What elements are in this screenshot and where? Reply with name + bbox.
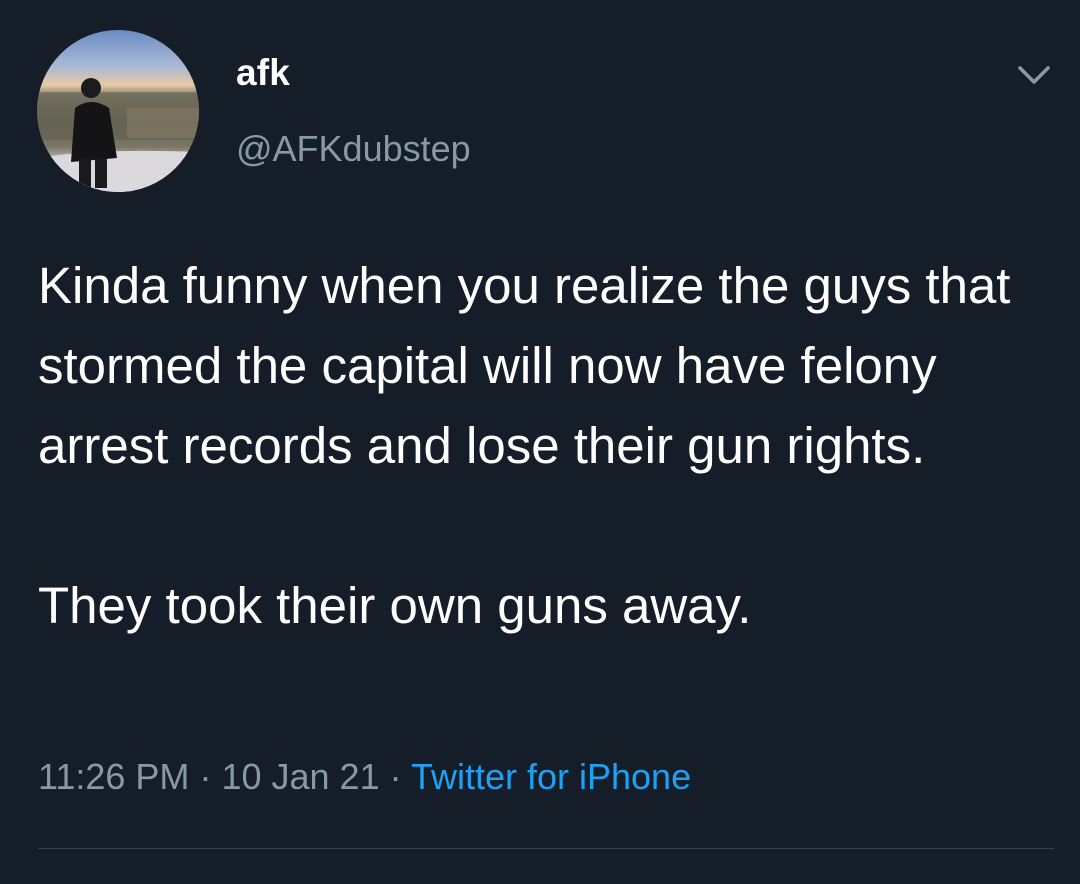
tweet-time[interactable]: 11:26 PM xyxy=(38,756,189,797)
profile-photo-icon xyxy=(37,78,199,192)
tweet-date[interactable]: 10 Jan 21 xyxy=(221,756,379,797)
divider xyxy=(38,848,1054,849)
separator-dot: · xyxy=(199,756,212,797)
tweet-metadata: 11:26 PM · 10 Jan 21 · Twitter for iPhon… xyxy=(38,756,691,798)
display-name[interactable]: afk xyxy=(236,52,290,94)
tweet-card: afk @AFKdubstep Kinda funny when you rea… xyxy=(0,0,1080,884)
user-handle[interactable]: @AFKdubstep xyxy=(236,128,471,170)
separator-dot: · xyxy=(389,756,402,797)
tweet-paragraph: They took their own guns away. xyxy=(38,577,752,634)
tweet-paragraph: Kinda funny when you realize the guys th… xyxy=(38,257,1011,474)
chevron-down-icon[interactable] xyxy=(1014,60,1054,90)
tweet-text: Kinda funny when you realize the guys th… xyxy=(38,246,1048,646)
tweet-source-link[interactable]: Twitter for iPhone xyxy=(411,756,691,797)
avatar[interactable] xyxy=(37,30,199,192)
